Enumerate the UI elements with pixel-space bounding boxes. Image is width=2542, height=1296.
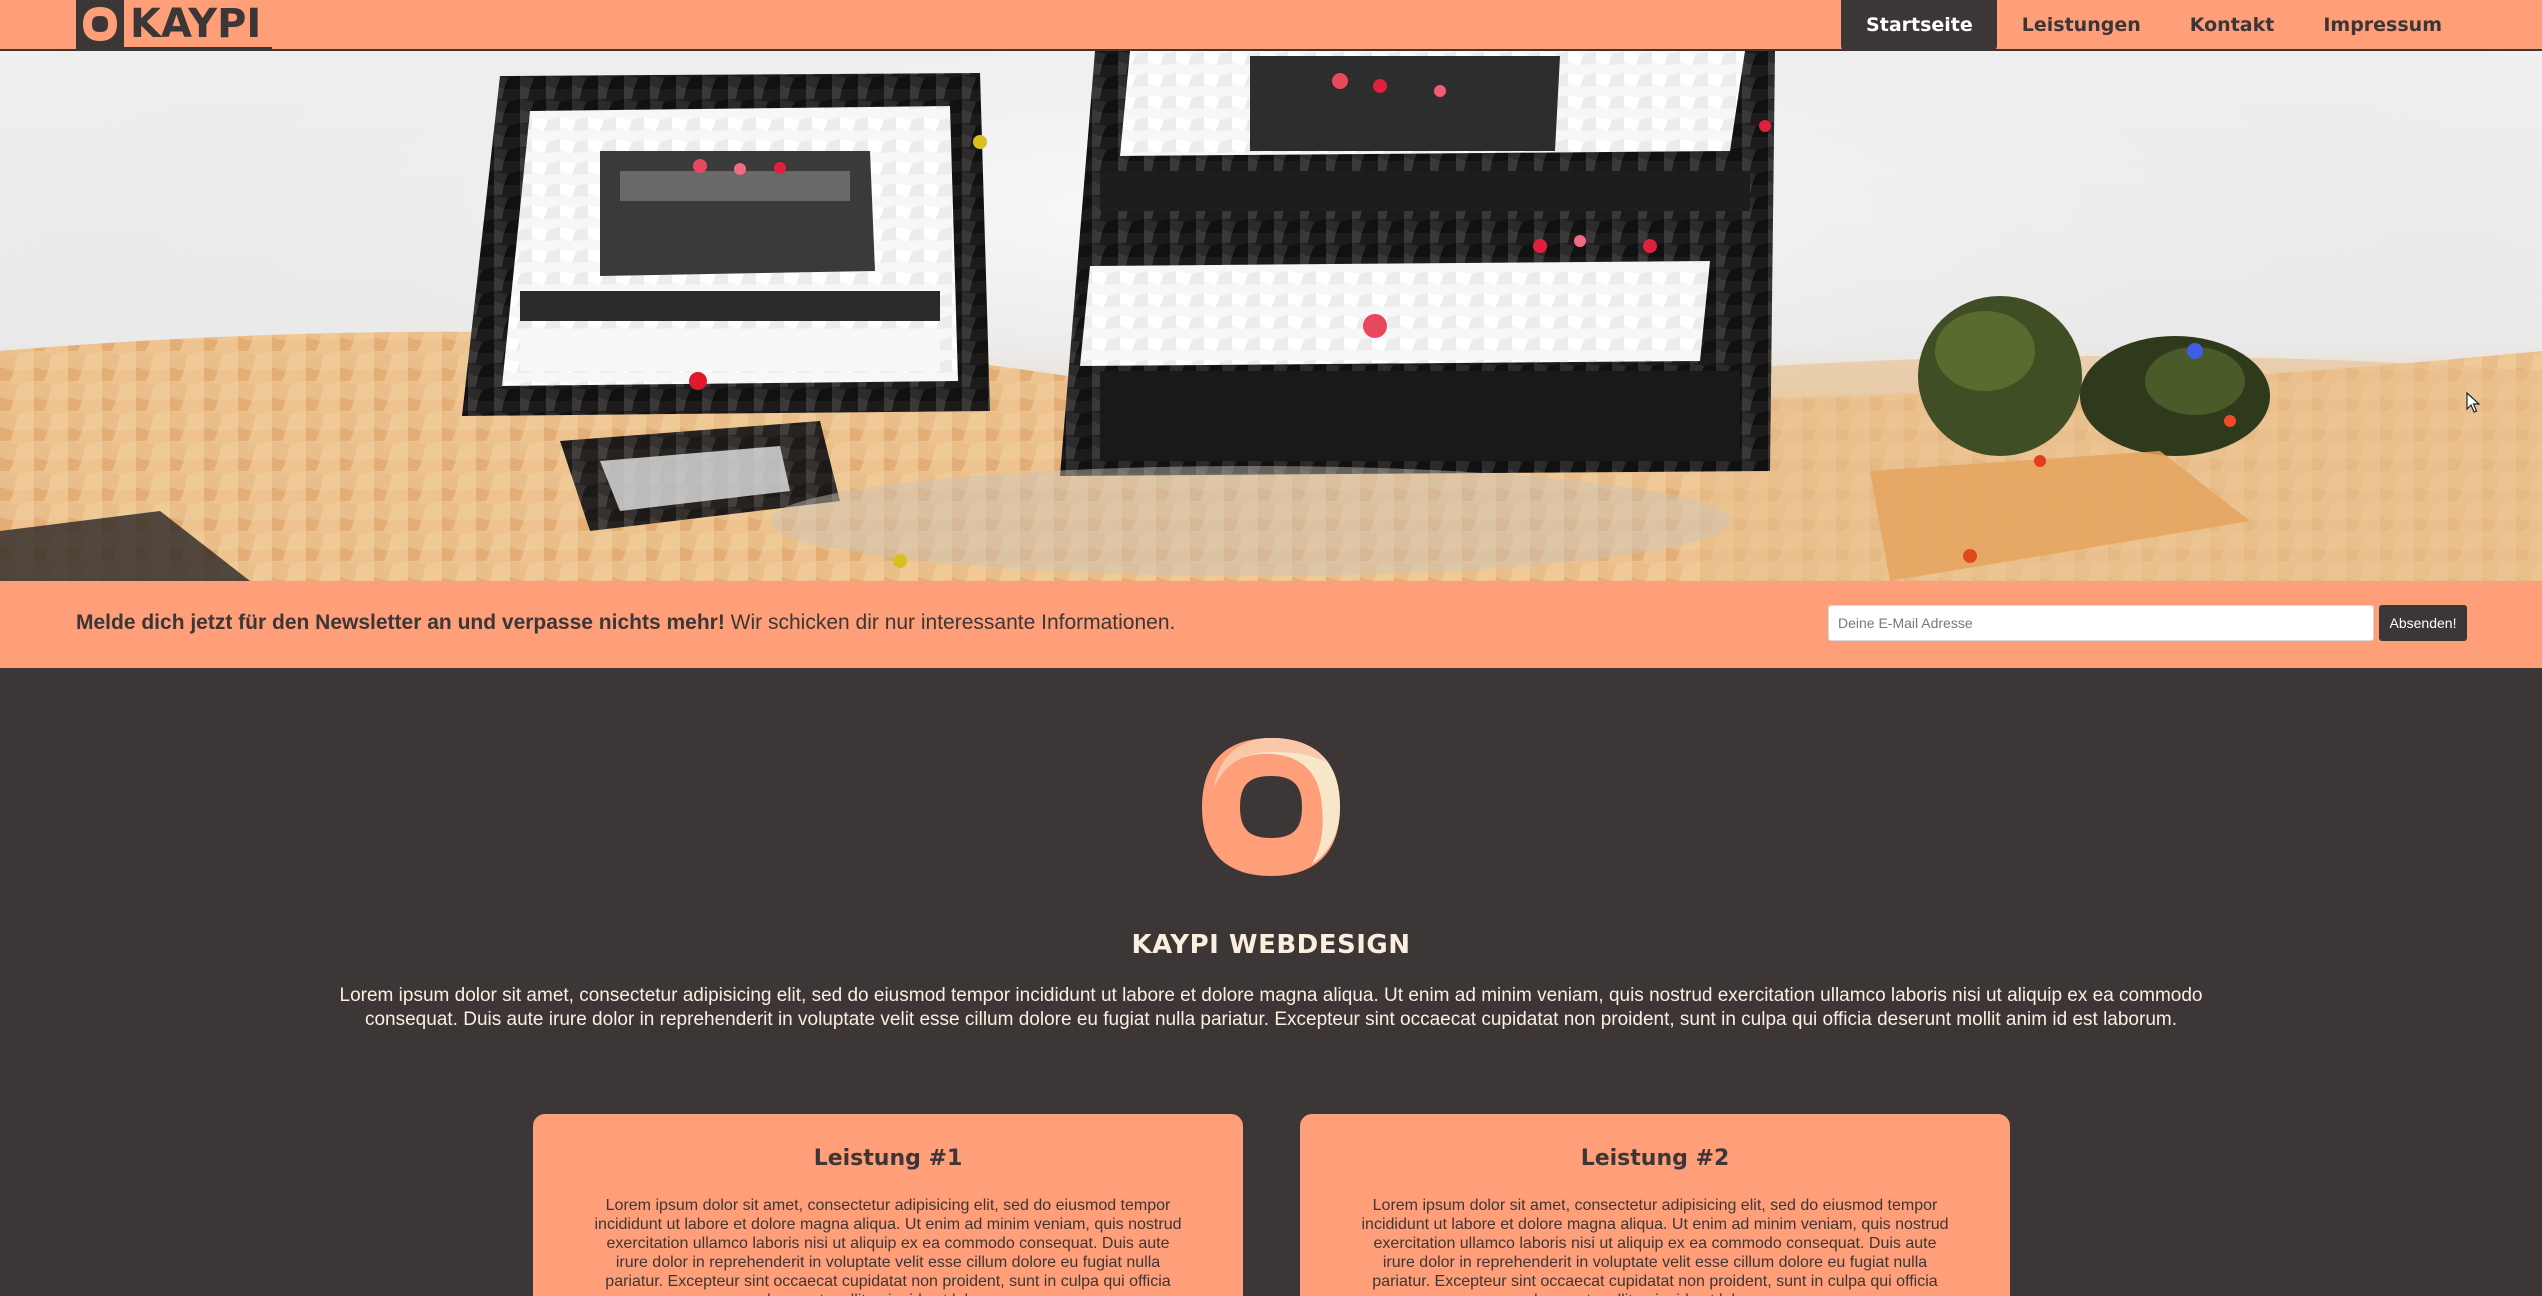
- right-monitor: [1060, 51, 1775, 476]
- mouse-cursor-icon: [2466, 391, 2482, 418]
- intro-text: Lorem ipsum dolor sit amet, consectetur …: [339, 985, 2203, 1030]
- top-navbar: KAYPI Startseite Leistungen Kontakt Impr…: [0, 0, 2542, 51]
- card-title: Leistung #2: [1580, 1146, 1730, 1171]
- logo-mark-icon: [76, 0, 124, 48]
- nav-item-leistungen[interactable]: Leistungen: [1997, 0, 2165, 51]
- nav-item-impressum[interactable]: Impressum: [2298, 0, 2466, 51]
- newsletter-text: Melde dich jetzt für den Newsletter an u…: [76, 611, 1175, 635]
- brand-name: KAYPI: [130, 1, 262, 47]
- main-content: KAYPI WEBDESIGN Lorem ipsum dolor sit am…: [0, 668, 2542, 1296]
- hero-image: [0, 51, 2542, 581]
- newsletter-subline: Wir schicken dir nur interessante Inform…: [730, 611, 1176, 634]
- newsletter-headline: Melde dich jetzt für den Newsletter an u…: [76, 611, 725, 634]
- main-nav: Startseite Leistungen Kontakt Impressum: [1841, 0, 2466, 51]
- nav-item-startseite[interactable]: Startseite: [1841, 0, 1997, 51]
- newsletter-bar: Melde dich jetzt für den Newsletter an u…: [0, 581, 2542, 668]
- service-card[interactable]: Leistung #2 Lorem ipsum dolor sit amet, …: [1300, 1114, 2010, 1296]
- hero-illustration: [0, 51, 2542, 581]
- service-card[interactable]: Leistung #1 Lorem ipsum dolor sit amet, …: [533, 1114, 1243, 1296]
- nav-item-kontakt[interactable]: Kontakt: [2165, 0, 2299, 51]
- kaypi-emblem-icon: [1198, 734, 1344, 884]
- email-input[interactable]: [1828, 605, 2374, 641]
- page-title: KAYPI WEBDESIGN: [1131, 930, 1411, 960]
- card-title: Leistung #1: [813, 1146, 963, 1171]
- card-text: Lorem ipsum dolor sit amet, consectetur …: [1361, 1197, 1949, 1296]
- submit-button[interactable]: Absenden!: [2379, 605, 2467, 641]
- brand-logo[interactable]: KAYPI: [76, 0, 272, 49]
- card-text: Lorem ipsum dolor sit amet, consectetur …: [594, 1197, 1182, 1296]
